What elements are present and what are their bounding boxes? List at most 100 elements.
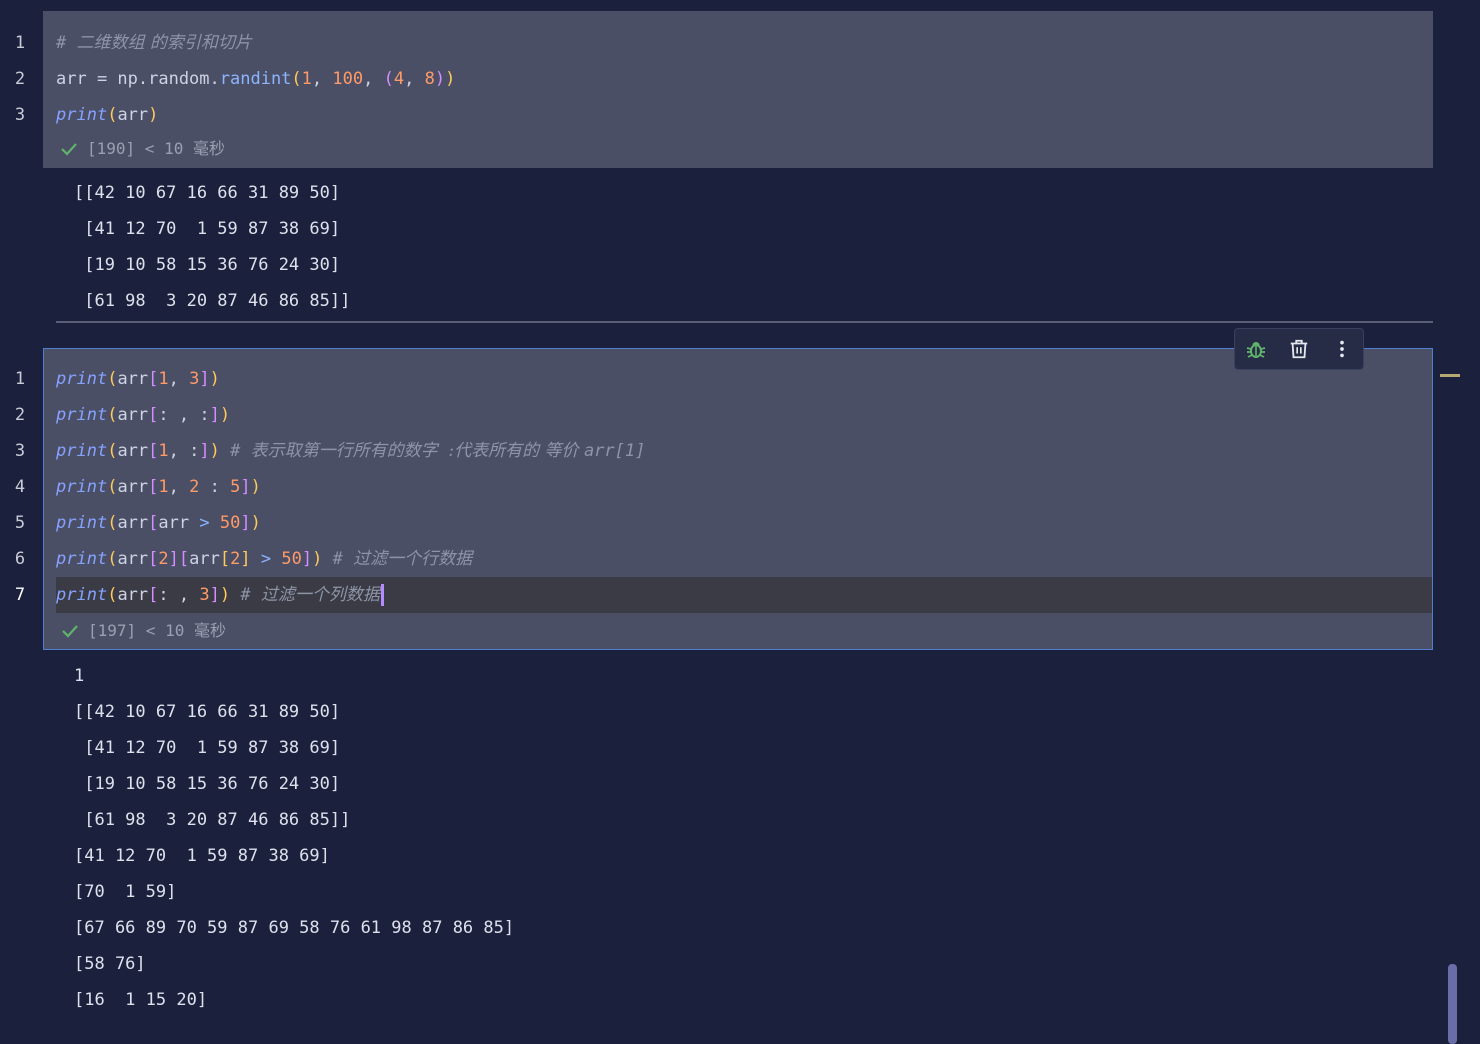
code-token: : , : [158, 405, 210, 425]
code-token: ) [219, 585, 231, 605]
cell1-exec-status: [190] < 10 毫秒 [59, 137, 225, 161]
code-line[interactable]: print(arr[: , :]) [56, 397, 1432, 433]
code-token: ] [199, 441, 210, 461]
code-token: print [56, 405, 108, 425]
output-line: [41 12 70 1 59 87 38 69] [74, 738, 341, 758]
code-line[interactable]: arr = np.random.randint(1, 100, (4, 8)) [56, 61, 1433, 97]
code-token: , [404, 69, 425, 89]
line-number: 5 [14, 513, 26, 533]
code-line[interactable]: print(arr[: , 3]) # 过滤一个列数据 [56, 577, 1432, 613]
code-token: 50 [281, 549, 302, 569]
code-token: arr [117, 477, 149, 497]
line-number: 1 [14, 33, 26, 53]
code-token: , [363, 69, 384, 89]
cell-toolbar [1234, 328, 1364, 370]
code-token: randint [219, 69, 292, 89]
code-token: [ [148, 513, 159, 533]
code-token: ( [107, 549, 118, 569]
code-token: ] [209, 405, 220, 425]
code-cell-1[interactable]: # 二维数组 的索引和切片 arr = np.random.randint(1, … [43, 11, 1433, 168]
code-token: 3 [189, 369, 200, 389]
code-cell-2[interactable]: print(arr[1, 3]) print(arr[: , :]) print(a… [43, 348, 1433, 650]
line-number: 2 [14, 405, 26, 425]
code-token: 1 [158, 441, 169, 461]
code-token: ( [107, 105, 118, 125]
code-token: [ [148, 405, 159, 425]
code-token: ) [445, 69, 456, 89]
line-number: 3 [14, 441, 26, 461]
code-token: ( [107, 513, 118, 533]
code-token: 50 [219, 513, 241, 533]
line-number: 1 [14, 369, 26, 389]
code-line[interactable]: print(arr[2][arr[2] > 50]) # 过滤一个行数据 [56, 541, 1432, 577]
debug-cell-button[interactable] [1242, 335, 1270, 363]
code-token: ( [383, 69, 394, 89]
code-token: print [56, 441, 108, 461]
output-line: [41 12 70 1 59 87 38 69] [74, 846, 330, 866]
output-line: [19 10 58 15 36 76 24 30] [74, 255, 341, 275]
code-token: 5 [230, 477, 241, 497]
code-token: ) [209, 441, 220, 461]
code-line[interactable]: print(arr[1, 2 : 5]) [56, 469, 1432, 505]
output-line: [67 66 89 70 59 87 69 58 76 61 98 87 86 … [74, 918, 515, 938]
code-token: , : [168, 441, 200, 461]
code-token: 过滤一个列数据 [260, 585, 380, 605]
text-cursor [380, 584, 384, 606]
code-token: 1 [301, 69, 312, 89]
code-token: ( [107, 369, 118, 389]
code-token: arr [158, 513, 200, 533]
code-token: print [56, 513, 108, 533]
code-line[interactable]: print(arr[1, 3]) [56, 361, 1432, 397]
output-line: [[42 10 67 16 66 31 89 50] [74, 183, 341, 203]
code-token: [ [148, 477, 159, 497]
code-line[interactable]: # 二维数组 的索引和切片 [56, 25, 1433, 61]
code-token: ) [250, 477, 261, 497]
code-token: , [311, 69, 333, 89]
code-token: 1 [158, 369, 169, 389]
code-token: ) [148, 105, 159, 125]
line-number: 6 [14, 549, 26, 569]
code-token: ] [168, 549, 179, 569]
code-token: ] [199, 369, 210, 389]
code-token: print [56, 549, 108, 569]
cell2-output: 1 [[42 10 67 16 66 31 89 50] [41 12 70 1 … [74, 658, 514, 1018]
code-token: 2 [189, 477, 200, 497]
code-token: # [219, 441, 251, 461]
more-actions-button[interactable] [1328, 335, 1356, 363]
code-token: ) [250, 513, 261, 533]
code-token: ] [209, 585, 220, 605]
code-line[interactable]: print(arr[1, :]) # 表示取第一行所有的数字 :代表所有的 等价… [56, 433, 1432, 469]
line-number: 4 [14, 477, 26, 497]
code-token: [ [148, 549, 159, 569]
code-token: > [260, 549, 272, 569]
output-line: [70 1 59] [74, 882, 177, 902]
output-line: [16 1 15 20] [74, 990, 208, 1010]
cell2-exec-status: [197] < 10 毫秒 [60, 619, 226, 643]
cell-divider [56, 321, 1433, 323]
code-line[interactable]: print(arr) [56, 97, 1433, 133]
check-icon [62, 625, 78, 638]
code-token: ] [240, 477, 251, 497]
code-token: print [56, 477, 108, 497]
code-token: ] [240, 513, 251, 533]
output-line: [61 98 3 20 87 46 86 85]] [74, 291, 351, 311]
code-token: arr = np.random. [56, 69, 220, 89]
code-token: arr [117, 549, 149, 569]
vertical-scrollbar-thumb[interactable] [1448, 964, 1457, 1044]
delete-cell-button[interactable] [1285, 335, 1313, 363]
code-line[interactable]: print(arr[arr > 50]) [56, 505, 1432, 541]
trash-icon [1290, 339, 1308, 359]
code-token: ( [291, 69, 302, 89]
output-line: 1 [74, 666, 85, 686]
more-vertical-icon [1339, 340, 1344, 358]
code-token: print [56, 105, 108, 125]
code-token: , [168, 369, 190, 389]
code-token: , [168, 477, 190, 497]
code-token: [ [219, 549, 231, 569]
gutter-change-marker [1440, 374, 1460, 377]
code-token: ] [301, 549, 313, 569]
code-token: arr [117, 369, 149, 389]
code-token: [ [148, 369, 159, 389]
code-token: arr[1] [583, 441, 646, 461]
